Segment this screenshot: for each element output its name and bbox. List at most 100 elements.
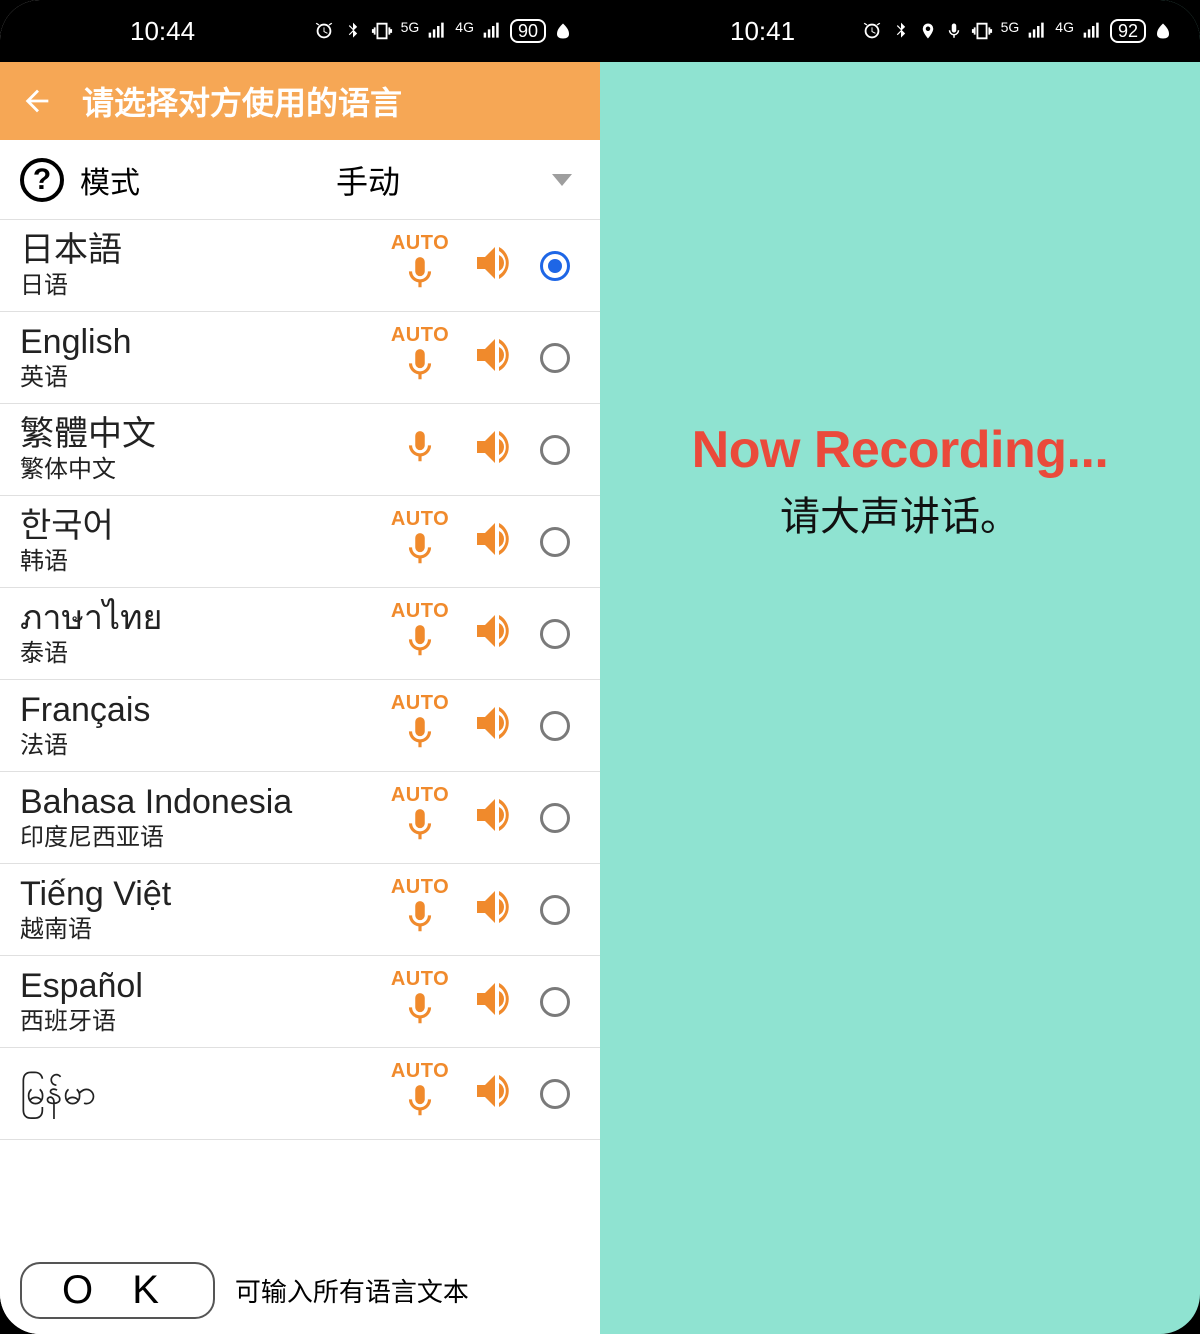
language-native: Français [20, 691, 380, 730]
speaker-column[interactable] [460, 515, 530, 568]
language-local: 泰语 [20, 640, 380, 668]
header-title: 请选择对方使用的语言 [82, 78, 402, 124]
radio-column[interactable] [530, 619, 580, 649]
radio-column[interactable] [530, 711, 580, 741]
status-icons: 5G 4G 92 [861, 19, 1172, 43]
language-text: မြန်မာ [20, 1074, 380, 1113]
radio-button[interactable] [540, 527, 570, 557]
language-local: 越南语 [20, 916, 380, 944]
speaker-column[interactable] [460, 1067, 530, 1120]
ok-button[interactable]: O K [20, 1262, 215, 1319]
speaker-column[interactable] [460, 883, 530, 936]
bluetooth-icon [343, 20, 363, 42]
speaker-column[interactable] [460, 791, 530, 844]
radio-button[interactable] [540, 895, 570, 925]
radio-button[interactable] [540, 803, 570, 833]
status-time: 10:41 [600, 16, 795, 47]
language-text: ภาษาไทย 泰语 [20, 599, 380, 668]
microphone-icon [401, 803, 439, 852]
language-text: 日本語 日语 [20, 231, 380, 300]
speaker-icon [469, 423, 521, 476]
help-icon[interactable]: ? [20, 158, 64, 202]
back-arrow-icon[interactable] [20, 84, 54, 118]
microphone-icon [401, 527, 439, 576]
speaker-column[interactable] [460, 975, 530, 1028]
radio-button[interactable] [540, 1079, 570, 1109]
language-list[interactable]: 日本語 日语 AUTO English 英语 AUTO 繁體中文 繁体中 [0, 220, 600, 1140]
mic-column[interactable]: AUTO [380, 876, 460, 944]
microphone-icon [401, 425, 439, 474]
language-row[interactable]: ภาษาไทย 泰语 AUTO [0, 588, 600, 680]
language-row[interactable]: Tiếng Việt 越南语 AUTO [0, 864, 600, 956]
language-native: English [20, 323, 380, 362]
language-row[interactable]: 日本語 日语 AUTO [0, 220, 600, 312]
radio-button[interactable] [540, 251, 570, 281]
microphone-icon [401, 343, 439, 392]
language-row[interactable]: English 英语 AUTO [0, 312, 600, 404]
mic-column[interactable]: AUTO [380, 324, 460, 392]
radio-button[interactable] [540, 619, 570, 649]
speaker-icon [469, 515, 521, 568]
location-icon [919, 20, 937, 42]
mic-column[interactable]: AUTO [380, 968, 460, 1036]
radio-column[interactable] [530, 895, 580, 925]
signal-icon [427, 21, 447, 41]
language-local: 英语 [20, 364, 380, 392]
mic-column[interactable] [380, 425, 460, 474]
network-4g-icon: 4G [1055, 19, 1074, 35]
radio-button[interactable] [540, 435, 570, 465]
language-text: 한국어 韩语 [20, 507, 380, 576]
language-select-screen: 10:44 5G 4G 90 请选择对方使用的语言 ? 模式 手动 日本語 日语 [0, 0, 600, 1334]
mic-column[interactable]: AUTO [380, 508, 460, 576]
language-native: ภาษาไทย [20, 599, 380, 638]
language-native: Tiếng Việt [20, 875, 380, 914]
radio-column[interactable] [530, 803, 580, 833]
mode-row: ? 模式 手动 [0, 140, 600, 220]
radio-column[interactable] [530, 251, 580, 281]
mic-column[interactable]: AUTO [380, 784, 460, 852]
language-row[interactable]: 繁體中文 繁体中文 [0, 404, 600, 496]
radio-column[interactable] [530, 987, 580, 1017]
language-row[interactable]: မြန်မာ AUTO [0, 1048, 600, 1140]
language-row[interactable]: Español 西班牙语 AUTO [0, 956, 600, 1048]
language-text: Français 法语 [20, 691, 380, 760]
leaf-icon [1154, 21, 1172, 41]
language-text: Bahasa Indonesia 印度尼西亚语 [20, 783, 380, 852]
radio-button[interactable] [540, 343, 570, 373]
radio-column[interactable] [530, 1079, 580, 1109]
microphone-icon [401, 895, 439, 944]
mic-column[interactable]: AUTO [380, 600, 460, 668]
speaker-column[interactable] [460, 699, 530, 752]
microphone-icon [401, 619, 439, 668]
speaker-icon [469, 1067, 521, 1120]
speaker-column[interactable] [460, 331, 530, 384]
mic-column[interactable]: AUTO [380, 692, 460, 760]
mic-column[interactable]: AUTO [380, 1060, 460, 1128]
speaker-icon [469, 239, 521, 292]
radio-column[interactable] [530, 527, 580, 557]
radio-button[interactable] [540, 711, 570, 741]
radio-column[interactable] [530, 343, 580, 373]
mode-dropdown[interactable]: 手动 [156, 157, 580, 203]
chevron-down-icon [552, 174, 572, 186]
alarm-icon [861, 20, 883, 42]
speaker-column[interactable] [460, 423, 530, 476]
recording-subtitle: 请大声讲话。 [600, 484, 1200, 542]
language-row[interactable]: Bahasa Indonesia 印度尼西亚语 AUTO [0, 772, 600, 864]
alarm-icon [313, 20, 335, 42]
bottom-hint: 可输入所有语言文本 [235, 1272, 469, 1309]
language-text: Tiếng Việt 越南语 [20, 875, 380, 944]
speaker-column[interactable] [460, 607, 530, 660]
speaker-column[interactable] [460, 239, 530, 292]
speaker-icon [469, 883, 521, 936]
header-bar: 请选择对方使用的语言 [0, 62, 600, 140]
mic-column[interactable]: AUTO [380, 232, 460, 300]
radio-button[interactable] [540, 987, 570, 1017]
network-4g-icon: 4G [455, 19, 474, 35]
language-row[interactable]: 한국어 韩语 AUTO [0, 496, 600, 588]
recording-title: Now Recording... [600, 420, 1200, 480]
radio-column[interactable] [530, 435, 580, 465]
language-row[interactable]: Français 法语 AUTO [0, 680, 600, 772]
signal-icon-2 [1082, 21, 1102, 41]
language-local: 印度尼西亚语 [20, 824, 380, 852]
